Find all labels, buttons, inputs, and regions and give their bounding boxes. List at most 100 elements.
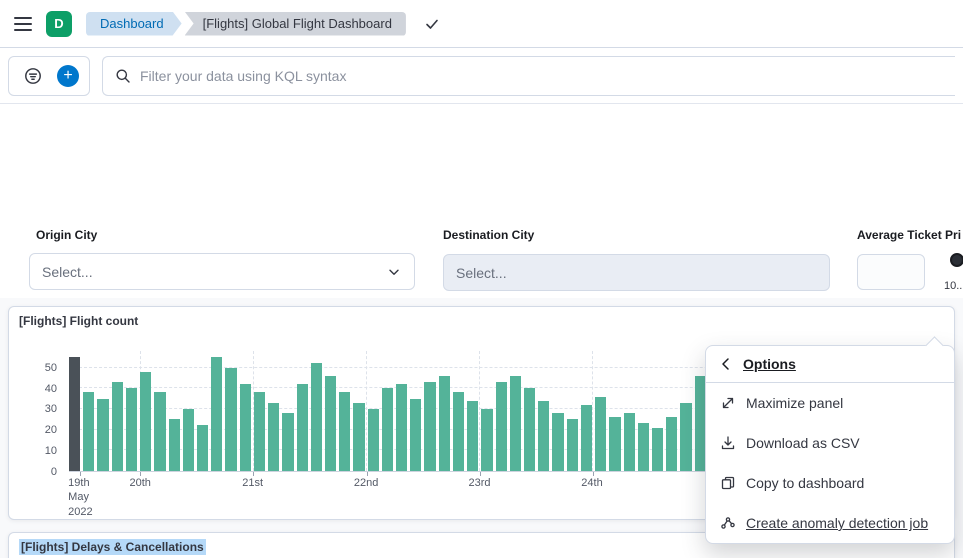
y-axis-label: 10	[45, 445, 57, 457]
bar	[112, 382, 123, 471]
x-axis-tick	[593, 472, 594, 476]
x-axis-label: 23rd	[468, 476, 490, 490]
bar	[140, 372, 151, 471]
breadcrumb-current-dashboard[interactable]: [Flights] Global Flight Dashboard	[185, 12, 406, 36]
bar	[240, 384, 251, 471]
y-axis-label: 50	[45, 362, 57, 374]
bar	[595, 397, 606, 471]
chevron-left-icon	[718, 356, 734, 372]
check-icon[interactable]	[424, 16, 440, 32]
bar	[353, 403, 364, 471]
bar	[268, 403, 279, 471]
x-axis-label: 20th	[129, 476, 150, 490]
x-axis-tick	[367, 472, 368, 476]
menu-item-copy-to-dashboard[interactable]: Copy to dashboard	[706, 463, 954, 503]
bar	[524, 388, 535, 471]
bar	[581, 405, 592, 471]
options-menu-title: Options	[743, 356, 796, 372]
maximize-icon	[720, 395, 736, 411]
destination-city-label: Destination City	[443, 228, 534, 242]
kql-search-field[interactable]: Filter your data using KQL syntax	[102, 56, 955, 96]
bar	[496, 382, 507, 471]
x-axis-label: 22nd	[354, 476, 378, 490]
breadcrumb-dashboard[interactable]: Dashboard	[86, 12, 182, 36]
bar	[467, 401, 478, 471]
menu-item-label: Create anomaly detection job	[746, 515, 928, 531]
x-axis-label: 19thMay2022	[68, 476, 92, 519]
x-axis-tick	[480, 472, 481, 476]
bar	[396, 384, 407, 471]
bar	[126, 388, 137, 471]
bar	[282, 413, 293, 471]
bar	[69, 357, 80, 471]
avg-ticket-price-input[interactable]	[857, 254, 925, 290]
bar	[154, 392, 165, 471]
bar	[97, 399, 108, 471]
destination-city-select[interactable]: Select...	[443, 254, 830, 291]
bar	[552, 413, 563, 471]
deployment-logo[interactable]: D	[46, 11, 72, 37]
origin-city-value: Select...	[42, 264, 93, 280]
bar	[339, 392, 350, 471]
bar	[211, 357, 222, 471]
bar	[410, 399, 421, 471]
panel-options-menu: Options Maximize panel Download as CSV C…	[705, 345, 955, 544]
filters-menu-button[interactable]	[19, 62, 47, 90]
menu-item-download-csv[interactable]: Download as CSV	[706, 423, 954, 463]
flight-count-panel-title[interactable]: [Flights] Flight count	[9, 307, 954, 335]
menu-item-create-anomaly-job[interactable]: Create anomaly detection job	[706, 503, 954, 543]
bar	[311, 363, 322, 471]
x-axis-label: 21st	[242, 476, 263, 490]
bar	[481, 409, 492, 471]
bar	[538, 401, 549, 471]
price-slider-handle[interactable]	[950, 253, 963, 267]
x-axis-tick	[140, 472, 141, 476]
x-axis-tick	[253, 472, 254, 476]
delays-panel-title-text: [Flights] Delays & Cancellations	[19, 539, 206, 555]
copy-icon	[720, 475, 736, 491]
bar	[624, 413, 635, 471]
x-axis-tick	[80, 472, 81, 476]
menu-item-label: Maximize panel	[746, 395, 843, 411]
menu-item-label: Download as CSV	[746, 435, 860, 451]
bar	[83, 392, 94, 471]
bar	[197, 425, 208, 471]
dashboard-controls: Origin City Select... Destination City S…	[0, 104, 963, 298]
search-placeholder: Filter your data using KQL syntax	[140, 68, 346, 84]
breadcrumb: Dashboard [Flights] Global Flight Dashbo…	[86, 12, 406, 36]
y-axis-labels: 01020304050	[9, 351, 61, 472]
price-slider-value: 10...	[944, 280, 963, 292]
add-filter-button[interactable]: +	[57, 65, 79, 87]
bar	[638, 423, 649, 471]
bar	[325, 376, 336, 471]
bar	[169, 419, 180, 471]
bar	[225, 368, 236, 471]
bar	[680, 403, 691, 471]
query-toolbar: + Filter your data using KQL syntax	[0, 48, 963, 104]
machine-learning-icon	[720, 515, 736, 531]
menu-item-maximize-panel[interactable]: Maximize panel	[706, 383, 954, 423]
bar	[183, 409, 194, 471]
bar	[368, 409, 379, 471]
bar	[652, 428, 663, 471]
menu-hamburger-icon[interactable]	[14, 17, 32, 31]
bar	[439, 376, 450, 471]
bar	[609, 417, 620, 471]
bar	[382, 388, 393, 471]
search-icon	[115, 68, 131, 84]
y-axis-label: 40	[45, 383, 57, 395]
bar	[567, 419, 578, 471]
y-axis-label: 20	[45, 424, 57, 436]
bar	[297, 384, 308, 471]
bar	[453, 392, 464, 471]
origin-city-select[interactable]: Select...	[29, 253, 415, 290]
bar	[510, 376, 521, 471]
menu-item-label: Copy to dashboard	[746, 475, 864, 491]
y-axis-label: 30	[45, 403, 57, 415]
options-menu-header[interactable]: Options	[706, 346, 954, 383]
destination-city-value: Select...	[456, 265, 507, 281]
bar	[424, 382, 435, 471]
avg-ticket-price-label: Average Ticket Pri	[857, 228, 961, 242]
x-axis-label: 24th	[581, 476, 602, 490]
origin-city-label: Origin City	[36, 228, 97, 242]
